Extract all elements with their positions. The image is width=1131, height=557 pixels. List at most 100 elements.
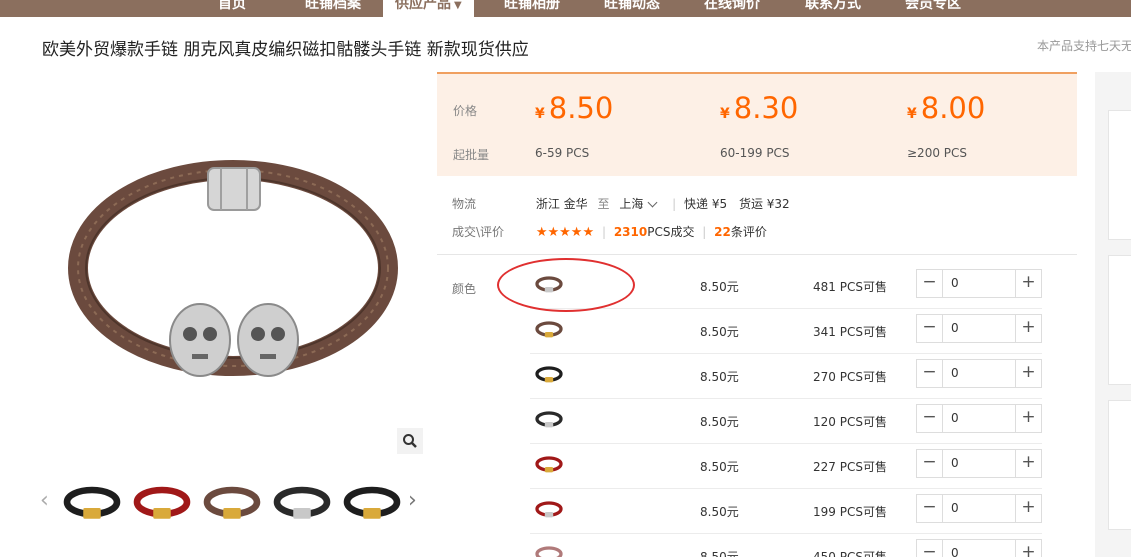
zoom-button[interactable] [397, 428, 423, 454]
thumb-prev-arrow-icon[interactable]: ‹ [40, 488, 49, 513]
sku-color-swatch[interactable] [532, 315, 566, 343]
bracelet-clasp [153, 508, 171, 519]
increase-button[interactable]: + [1015, 270, 1041, 297]
separator: | [702, 225, 707, 239]
rating-stars-icon: ★★★★★ [535, 225, 595, 240]
price-label: 价格 [453, 104, 478, 118]
quantity-stepper[interactable]: −0 + [916, 269, 1042, 298]
sku-color-swatch[interactable] [532, 450, 566, 478]
sku-price: 8.50元 [700, 505, 739, 519]
nav-item-profile[interactable]: 旺铺档案 [305, 0, 361, 17]
sku-stock: 450 PCS可售 [813, 550, 887, 557]
sku-stock: 120 PCS可售 [813, 415, 887, 429]
sku-stock: 199 PCS可售 [813, 505, 887, 519]
sku-color-swatch[interactable] [532, 360, 566, 388]
section-divider [437, 254, 1077, 255]
sku-color-swatch[interactable] [532, 405, 566, 433]
product-main-image[interactable] [40, 78, 425, 458]
side-recommend-card[interactable] [1108, 110, 1131, 240]
decrease-button[interactable]: − [917, 450, 943, 477]
quantity-stepper[interactable]: −0 + [916, 539, 1042, 557]
color-label: 颜色 [452, 282, 477, 296]
quantity-stepper[interactable]: −0 + [916, 494, 1042, 523]
decrease-button[interactable]: − [917, 315, 943, 342]
ship-to-select[interactable]: 上海 [619, 197, 664, 211]
quantity-input[interactable]: 0 [951, 276, 959, 290]
increase-button[interactable]: + [1015, 315, 1041, 342]
bracelet-clasp [544, 512, 554, 518]
sku-price: 8.50元 [700, 370, 739, 384]
increase-button[interactable]: + [1015, 450, 1041, 477]
sku-row: 8.50元 199 PCS可售 −0 + [530, 489, 1042, 534]
side-recommend-card[interactable] [1108, 255, 1131, 385]
sku-stock: 341 PCS可售 [813, 325, 887, 339]
trade-label: 成交\评价 [452, 225, 505, 239]
ship-from: 浙江 金华 [535, 197, 588, 211]
review-suffix: 条评价 [730, 225, 767, 239]
increase-button[interactable]: + [1015, 540, 1041, 557]
nav-item-members[interactable]: 会员专区 [905, 0, 961, 17]
quantity-input[interactable]: 0 [951, 321, 959, 335]
nav-item-contact[interactable]: 联系方式 [805, 0, 861, 17]
tier-price-value: 8.00 [920, 91, 986, 125]
service-promise[interactable]: 本产品支持七天无 [1037, 37, 1131, 54]
chevron-down-icon: ▼ [454, 0, 462, 11]
sku-stock: 227 PCS可售 [813, 460, 887, 474]
ship-to-value: 上海 [619, 197, 644, 211]
sku-price: 8.50元 [700, 550, 739, 557]
separator: | [601, 225, 606, 239]
sku-color-swatch[interactable] [532, 495, 566, 523]
side-recommend-card[interactable] [1108, 400, 1131, 530]
bracelet-clasp [544, 332, 554, 338]
bracelet-clasp [544, 377, 554, 383]
express-fee: 快递 ¥5 [684, 197, 728, 211]
nav-item-home[interactable]: 首页 [218, 0, 246, 17]
nav-item-news[interactable]: 旺铺动态 [604, 0, 660, 17]
quantity-input[interactable]: 0 [951, 366, 959, 380]
bracelet-clasp [544, 422, 554, 428]
freight-fee: 货运 ¥32 [738, 197, 790, 211]
nav-item-supply-products[interactable]: 供应产品 ▼ [383, 0, 474, 17]
sold-stat[interactable]: 2310PCS成交 [614, 225, 695, 239]
increase-button[interactable]: + [1015, 495, 1041, 522]
increase-button[interactable]: + [1015, 405, 1041, 432]
quantity-stepper[interactable]: −0 + [916, 449, 1042, 478]
min-order-label: 起批量 [453, 148, 490, 162]
decrease-button[interactable]: − [917, 270, 943, 297]
quantity-input[interactable]: 0 [951, 501, 959, 515]
sku-row: 8.50元 270 PCS可售 −0 + [530, 354, 1042, 399]
quantity-stepper[interactable]: −0 + [916, 404, 1042, 433]
gallery-thumb[interactable] [62, 473, 122, 531]
sku-row: 8.50元 227 PCS可售 −0 + [530, 444, 1042, 489]
tier-range: 60-199 PCS [720, 146, 790, 160]
nav-item-album[interactable]: 旺铺相册 [504, 0, 560, 17]
quantity-input[interactable]: 0 [951, 411, 959, 425]
sku-color-swatch[interactable] [532, 540, 566, 557]
decrease-button[interactable]: − [917, 405, 943, 432]
tier-price-value: 8.30 [733, 91, 799, 125]
quantity-input[interactable]: 0 [951, 456, 959, 470]
gallery-thumb[interactable] [132, 473, 192, 531]
sku-row: 8.50元 450 PCS可售 −0 + [530, 534, 1042, 557]
bracelet-band [535, 546, 563, 557]
decrease-button[interactable]: − [917, 360, 943, 387]
gallery-thumb[interactable] [342, 473, 402, 531]
bracelet-clasp [293, 508, 311, 519]
gallery-thumb[interactable] [202, 473, 262, 531]
decrease-button[interactable]: − [917, 540, 943, 557]
quantity-stepper[interactable]: −0 + [916, 359, 1042, 388]
bracelet-clasp [544, 467, 554, 473]
magnifier-icon [403, 434, 417, 448]
increase-button[interactable]: + [1015, 360, 1041, 387]
sku-price: 8.50元 [700, 415, 739, 429]
quantity-input[interactable]: 0 [951, 546, 959, 557]
nav-item-inquiry[interactable]: 在线询价 [704, 0, 760, 17]
decrease-button[interactable]: − [917, 495, 943, 522]
product-title: 欧美外贸爆款手链 朋克风真皮编织磁扣骷髅头手链 新款现货供应 [42, 40, 529, 60]
quantity-stepper[interactable]: −0 + [916, 314, 1042, 343]
thumb-next-arrow-icon[interactable]: › [408, 488, 417, 513]
gallery-thumb[interactable] [272, 473, 332, 531]
sku-stock: 481 PCS可售 [813, 280, 887, 294]
review-stat[interactable]: 22条评价 [714, 225, 767, 239]
trade-row: 成交\评价 ★★★★★ | 2310PCS成交 | 22条评价 [452, 223, 767, 240]
